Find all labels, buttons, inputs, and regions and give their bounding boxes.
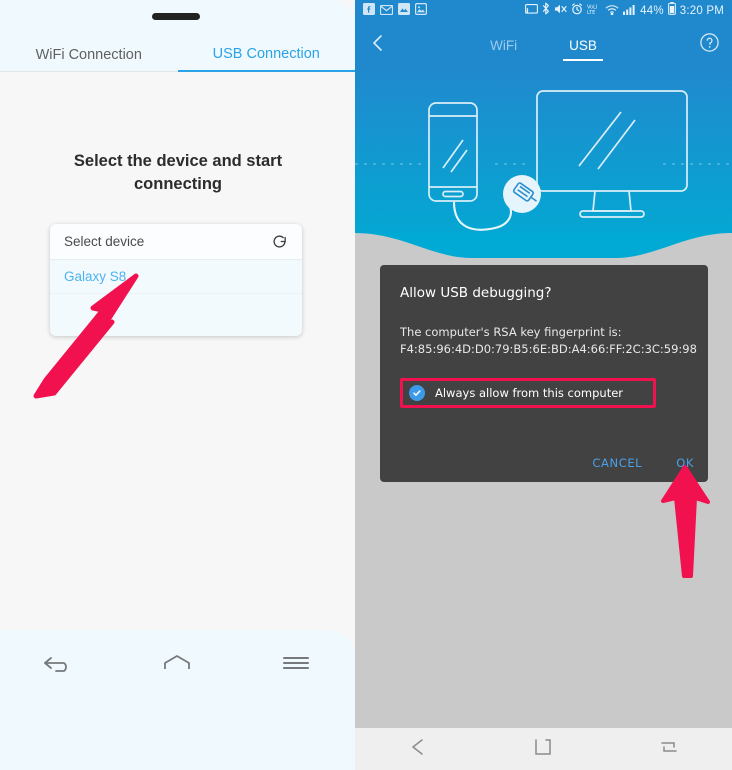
home-square-icon xyxy=(534,738,552,761)
back-chevron-icon xyxy=(368,33,388,58)
android-app-bar: WiFi USB xyxy=(355,22,732,68)
back-arrow-icon xyxy=(42,651,76,680)
recents-icon xyxy=(659,738,679,761)
usb-connection-illustration xyxy=(355,68,732,258)
home-icon xyxy=(160,651,194,680)
bluetooth-icon xyxy=(542,2,550,20)
back-arrow-icon xyxy=(407,737,429,762)
appbar-tab-usb[interactable]: USB xyxy=(563,22,603,68)
dialog-actions: CANCEL OK xyxy=(592,456,694,470)
appbar-tab-wifi-label: WiFi xyxy=(490,37,518,53)
always-allow-checkbox[interactable] xyxy=(409,385,425,401)
device-selection-card: Select device Galaxy S8 xyxy=(50,224,302,336)
svg-text:LTE: LTE xyxy=(587,10,595,15)
usb-connector-icon xyxy=(503,175,541,213)
gallery-icon xyxy=(398,2,410,20)
select-device-label: Select device xyxy=(64,234,145,249)
android-phone-panel: VoLI LTE 44% 3:20 PM WiFi USB Allow USB … xyxy=(355,0,732,770)
dialog-rsa-fingerprint: F4:85:96:4D:D0:79:B5:6E:BD:A4:66:FF:2C:3… xyxy=(400,342,697,356)
signal-icon xyxy=(623,2,636,20)
device-list-item-label: Galaxy S8 xyxy=(64,269,127,284)
facebook-icon xyxy=(363,2,375,20)
refresh-icon[interactable] xyxy=(271,233,288,250)
app-screenshot: WiFi Connection USB Connection Select th… xyxy=(0,0,732,770)
battery-percent-label: 44% xyxy=(640,5,664,17)
checkmark-icon xyxy=(413,390,421,396)
mute-icon xyxy=(554,2,567,20)
appbar-tab-wifi[interactable]: WiFi xyxy=(484,22,523,68)
status-notification-icons xyxy=(363,2,428,20)
ok-button[interactable]: OK xyxy=(676,456,694,470)
alarm-icon xyxy=(571,2,583,20)
nav-menu-button[interactable] xyxy=(266,642,326,688)
menu-icon xyxy=(281,652,311,679)
desktop-app-panel: WiFi Connection USB Connection Select th… xyxy=(0,0,355,770)
android-status-bar: VoLI LTE 44% 3:20 PM xyxy=(355,0,732,22)
device-card-header: Select device xyxy=(50,224,302,260)
photo-icon xyxy=(415,2,428,20)
instruction-headline: Select the device and start connecting xyxy=(73,152,283,193)
usb-debugging-dialog: Allow USB debugging? The computer's RSA … xyxy=(380,265,708,482)
screencast-icon xyxy=(525,2,539,20)
dialog-title: Allow USB debugging? xyxy=(400,285,552,301)
dialog-body-line-1: The computer's RSA key fingerprint is: xyxy=(400,325,622,339)
appbar-back-button[interactable] xyxy=(355,22,401,68)
wifi-icon xyxy=(605,2,619,20)
cancel-button[interactable]: CANCEL xyxy=(592,456,642,470)
help-circle-icon xyxy=(699,32,720,58)
appbar-help-button[interactable] xyxy=(686,22,732,68)
nav-back-button[interactable] xyxy=(29,642,89,688)
smartphone-icon xyxy=(428,102,478,202)
volte-icon: VoLI LTE xyxy=(587,2,601,20)
always-allow-highlight-box: Always allow from this computer xyxy=(400,378,656,408)
always-allow-label: Always allow from this computer xyxy=(435,386,624,400)
android-navigation-bar xyxy=(355,728,732,770)
app-header: WiFi Connection USB Connection xyxy=(0,0,355,72)
email-icon xyxy=(379,2,394,20)
tab-usb-connection-label: USB Connection xyxy=(212,46,320,62)
appbar-tab-usb-label: USB xyxy=(569,37,597,53)
device-list-item-galaxy-s8[interactable]: Galaxy S8 xyxy=(50,260,302,294)
tab-wifi-connection[interactable]: WiFi Connection xyxy=(0,38,178,72)
window-grabber-handle[interactable] xyxy=(152,13,200,20)
nav-home-button[interactable] xyxy=(147,642,207,688)
app-content-area: Select the device and start connecting S… xyxy=(0,72,355,630)
android-nav-recents-button[interactable] xyxy=(641,729,697,769)
tab-wifi-connection-label: WiFi Connection xyxy=(35,46,142,63)
clock-label: 3:20 PM xyxy=(679,5,724,17)
mirror-navigation-bar xyxy=(0,630,355,770)
dialog-body: The computer's RSA key fingerprint is: F… xyxy=(400,324,697,358)
desktop-monitor-icon xyxy=(536,90,688,218)
connection-tabs: WiFi Connection USB Connection xyxy=(0,38,355,72)
tab-usb-connection[interactable]: USB Connection xyxy=(177,38,355,72)
status-system-icons: VoLI LTE 44% 3:20 PM xyxy=(525,2,724,20)
battery-icon xyxy=(667,2,676,20)
appbar-tabs: WiFi USB xyxy=(401,22,686,68)
android-nav-home-button[interactable] xyxy=(515,729,571,769)
android-nav-back-button[interactable] xyxy=(390,729,446,769)
